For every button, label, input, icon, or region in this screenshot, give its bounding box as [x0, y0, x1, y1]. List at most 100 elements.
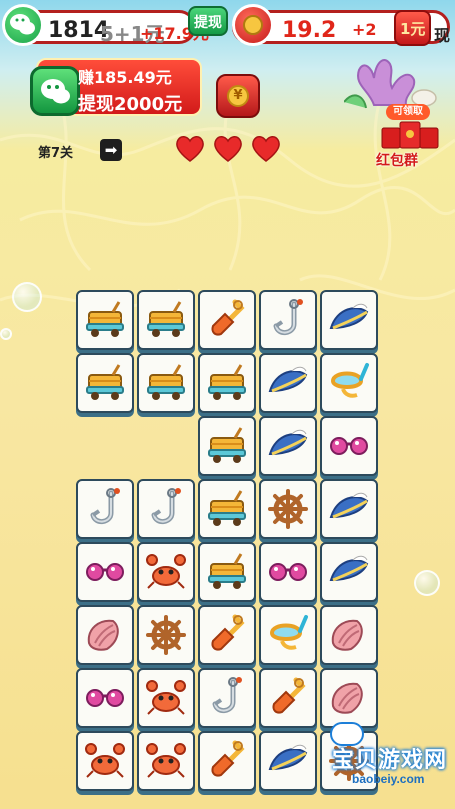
watermark-url: baobeiy.com: [352, 772, 425, 786]
tile-cart[interactable]: [137, 353, 195, 413]
top-bar: 1814 5+1元 +17.9元 提现 19.2 +2 1元 现: [0, 0, 455, 52]
hook-icon: [90, 488, 120, 524]
tile-cart[interactable]: [198, 479, 256, 539]
tile-goggles[interactable]: [259, 605, 317, 665]
tile-hat[interactable]: [320, 479, 378, 539]
hat-icon: [268, 366, 308, 393]
glasses-icon: [86, 689, 124, 707]
claimable-badge: 可领取: [386, 104, 430, 120]
cart-icon: [208, 490, 246, 526]
hat-icon: [329, 303, 369, 330]
shovel-icon: [211, 299, 245, 336]
tile-cart[interactable]: [198, 416, 256, 476]
bubble-decoration: [12, 282, 42, 312]
crab-icon: [146, 554, 186, 589]
cart-icon: [147, 301, 185, 337]
cart-icon: [208, 427, 246, 463]
tile-hat[interactable]: [259, 416, 317, 476]
tile-glasses[interactable]: [320, 416, 378, 476]
wheel-icon: [146, 615, 186, 655]
tile-crab[interactable]: [76, 731, 134, 791]
withdraw-button-top[interactable]: 提现: [188, 6, 228, 36]
tile-wheel[interactable]: [259, 479, 317, 539]
yuan-coin-icon: ¥: [227, 85, 249, 107]
tile-cart[interactable]: [198, 353, 256, 413]
tile-shell[interactable]: [320, 605, 378, 665]
tile-cart[interactable]: [76, 353, 134, 413]
shovel-icon: [211, 614, 245, 651]
tile-glasses[interactable]: [259, 542, 317, 602]
tile-shovel[interactable]: [198, 290, 256, 350]
cart-icon: [208, 553, 246, 589]
tile-goggles[interactable]: [320, 353, 378, 413]
heart-icon: [214, 136, 242, 162]
tile-cart[interactable]: [76, 290, 134, 350]
shell-icon: [331, 682, 363, 714]
tile-crab[interactable]: [137, 668, 195, 728]
tile-crab[interactable]: [137, 731, 195, 791]
earned-amount: 赚185.49元: [78, 68, 172, 87]
cart-icon: [147, 364, 185, 400]
bubble-decoration: [0, 328, 12, 340]
hook-icon: [151, 488, 181, 524]
coin-balance-amount: 19.2: [282, 18, 337, 43]
tile-wheel[interactable]: [137, 605, 195, 665]
wechat-pay-icon: [30, 66, 80, 116]
cart-icon: [208, 364, 246, 400]
goggles-icon: [269, 615, 308, 650]
tile-glasses[interactable]: [76, 542, 134, 602]
tile-shell[interactable]: [320, 668, 378, 728]
bubble-decoration: [414, 570, 440, 596]
shell-icon: [87, 619, 119, 651]
tile-shell[interactable]: [76, 605, 134, 665]
hat-icon: [329, 555, 369, 582]
coral-decoration: [344, 59, 437, 109]
tile-hat[interactable]: [320, 542, 378, 602]
red-coin-icon: [232, 4, 274, 46]
glasses-icon: [330, 437, 368, 455]
tile-hook[interactable]: [259, 290, 317, 350]
heart-icon: [252, 136, 280, 162]
tile-shovel[interactable]: [259, 668, 317, 728]
crab-icon: [85, 743, 125, 778]
hat-icon: [329, 492, 369, 519]
cart-icon: [86, 301, 124, 337]
tile-hook[interactable]: [198, 668, 256, 728]
yuan-reward-button[interactable]: ¥: [216, 74, 260, 118]
glasses-icon: [269, 563, 307, 581]
crab-icon: [146, 680, 186, 715]
tile-hook[interactable]: [137, 479, 195, 539]
heart-icon: [176, 136, 204, 162]
tile-hat[interactable]: [259, 353, 317, 413]
hat-icon: [268, 429, 308, 456]
shovel-icon: [211, 740, 245, 777]
tile-shovel[interactable]: [198, 605, 256, 665]
tile-cart[interactable]: [137, 290, 195, 350]
goggles-icon: [330, 363, 369, 398]
coin-bonus-float: +2: [352, 20, 377, 39]
level-label: 第7关: [38, 146, 74, 161]
watermark: 宝贝游戏网 baobeiy.com: [300, 722, 450, 802]
shovel-icon: [272, 677, 306, 714]
tile-glasses[interactable]: [76, 668, 134, 728]
cart-icon: [86, 364, 124, 400]
watermark-text: 宝贝游戏网: [332, 748, 448, 773]
crab-icon: [146, 743, 186, 778]
shell-icon: [331, 619, 363, 651]
wheel-icon: [268, 489, 308, 529]
next-arrow-button[interactable]: ➡: [100, 139, 122, 161]
one-yuan-button[interactable]: 1元: [394, 10, 432, 46]
withdraw-label-right[interactable]: 现: [434, 22, 450, 46]
glasses-icon: [86, 563, 124, 581]
tile-hat[interactable]: [320, 290, 378, 350]
red-packet-group-label[interactable]: 红包群: [376, 150, 418, 170]
tile-crab[interactable]: [137, 542, 195, 602]
wechat-icon: [2, 4, 44, 46]
tile-hook[interactable]: [76, 479, 134, 539]
withdraw-target: 提现2000元: [78, 94, 183, 115]
hook-icon: [273, 299, 303, 335]
tile-cart[interactable]: [198, 542, 256, 602]
red-envelope-icon[interactable]: [378, 120, 442, 150]
hook-icon: [212, 677, 242, 713]
tile-shovel[interactable]: [198, 731, 256, 791]
